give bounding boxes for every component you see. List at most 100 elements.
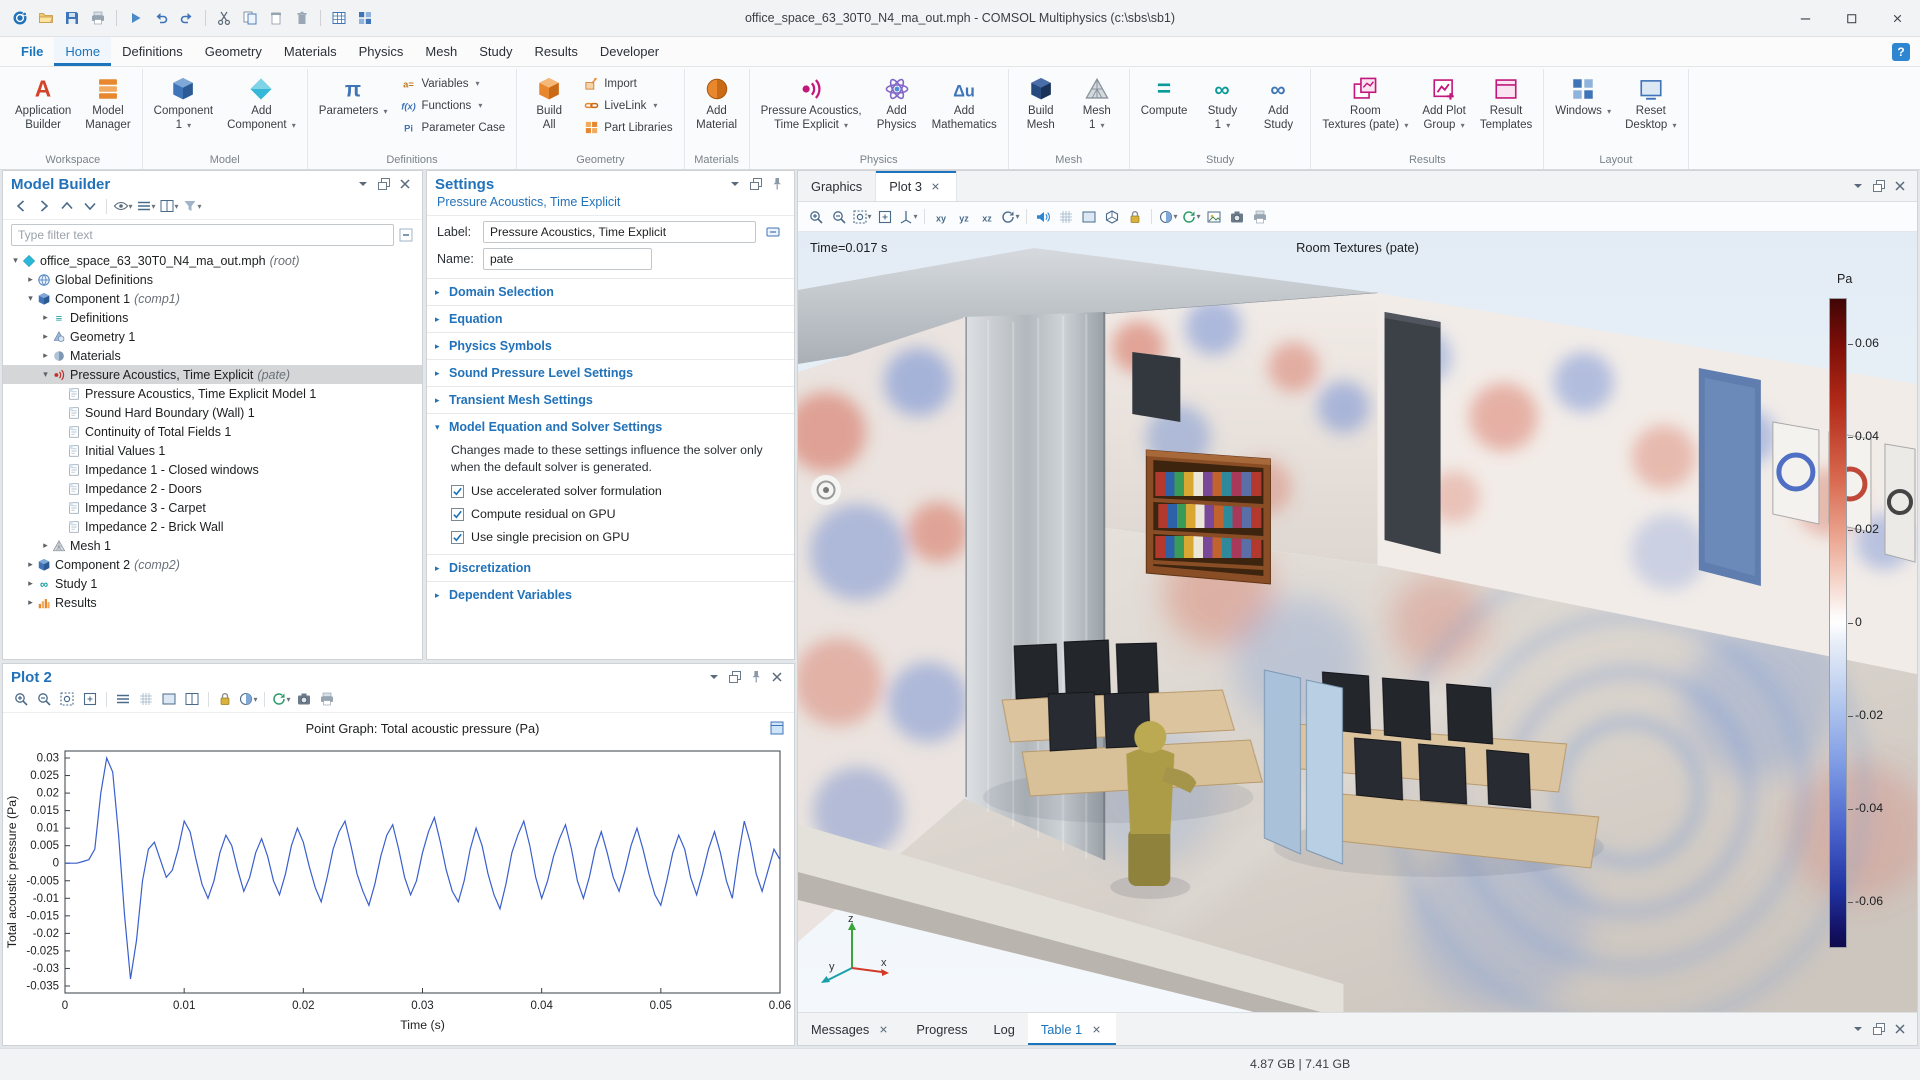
menu-tab-results[interactable]: Results [523,37,588,66]
expand-arrow-icon[interactable]: ▸ [39,350,52,361]
tab-plot-3[interactable]: Plot 3 [876,171,957,201]
ribbon-variables[interactable]: a= Variables ▾ [395,73,511,94]
ribbon-application-builder[interactable]: A Application Builder [9,71,77,135]
ribbon-functions[interactable]: f(x) Functions ▾ [395,95,511,116]
zoom-out-icon[interactable] [829,207,849,227]
expand-arrow-icon[interactable]: ▸ [24,597,37,608]
go-yz-icon[interactable]: yz [954,207,974,227]
tree-node-impedance-1-closed-windows[interactable]: Impedance 1 - Closed windows [3,460,422,479]
print-icon[interactable] [1250,207,1270,227]
float-icon[interactable] [1870,1020,1888,1038]
grid-icon[interactable] [1056,207,1076,227]
tab-log[interactable]: Log [981,1013,1028,1045]
minimize-button[interactable] [1782,0,1828,36]
update-icon[interactable]: ▾ [271,689,291,709]
panel-menu-icon[interactable] [726,175,744,193]
tree-node-geometry-1[interactable]: ▸ Geometry 1 [3,327,422,346]
tree-node-component-2[interactable]: ▸ Component 2 (comp2) [3,555,422,574]
tree-node-impedance-3-carpet[interactable]: Impedance 3 - Carpet [3,498,422,517]
ribbon-parameter-case[interactable]: Pi Parameter Case [395,117,511,138]
ribbon-add-material[interactable]: Add Material [690,71,744,135]
arrow-right-icon[interactable] [34,196,54,216]
float-icon[interactable] [747,175,765,193]
zoom-in-icon[interactable] [806,207,826,227]
sound-icon[interactable] [1033,207,1053,227]
tree-node-materials[interactable]: ▸ Materials [3,346,422,365]
section-equation[interactable]: ▸ Equation [427,306,794,332]
section-sound-pressure-level-settings[interactable]: ▸ Sound Pressure Level Settings [427,360,794,386]
expand-arrow-icon[interactable]: ▸ [39,331,52,342]
collapse-arrow-icon[interactable]: ▾ [24,293,37,304]
menu-tab-definitions[interactable]: Definitions [111,37,194,66]
filter-input[interactable] [11,224,394,246]
expand-arrow-icon[interactable]: ▸ [24,274,37,285]
ribbon-study-1[interactable]: ∞ Study 1 ▾ [1195,71,1249,135]
orientation-icon[interactable]: ▾ [898,207,918,227]
help-icon[interactable]: ? [1892,42,1910,61]
float-icon[interactable] [375,175,393,193]
ribbon-parameters[interactable]: π Parameters ▾ [313,71,394,122]
close-button[interactable] [1874,0,1920,36]
tab-table-1[interactable]: Table 1 [1027,1013,1117,1045]
color-theme-icon[interactable]: ▾ [1158,207,1178,227]
redo-icon[interactable] [175,6,199,30]
tab-progress[interactable]: Progress [903,1013,980,1045]
go-xz-icon[interactable]: xz [977,207,997,227]
section-domain-selection[interactable]: ▸ Domain Selection [427,279,794,305]
expand-arrow-icon[interactable]: ▸ [39,540,52,551]
collapse-arrow-icon[interactable]: ▾ [9,255,22,266]
tree-node-component-1[interactable]: ▾ Component 1 (comp1) [3,289,422,308]
color-theme-icon[interactable]: ▾ [238,689,258,709]
name-input[interactable] [483,248,652,270]
funnel-icon[interactable]: ▾ [182,196,202,216]
ribbon-pressure-acoustics-time-explicit[interactable]: Pressure Acoustics, Time Explicit ▾ [755,71,868,135]
tree-node-sound-hard-boundary-wall-1[interactable]: Sound Hard Boundary (Wall) 1 [3,403,422,422]
eye-icon[interactable]: ▾ [113,196,133,216]
image-frame-icon[interactable] [1204,207,1224,227]
arrow-left-icon[interactable] [11,196,31,216]
camera-icon[interactable] [1227,207,1247,227]
ribbon-import[interactable]: Import [578,73,678,94]
zoom-in-icon[interactable] [11,689,31,709]
tree-node-continuity-of-total-fields-1[interactable]: Continuity of Total Fields 1 [3,422,422,441]
ribbon-compute[interactable]: = Compute [1135,71,1194,122]
fit-view-icon[interactable] [875,207,895,227]
ribbon-add-plot-group[interactable]: Add Plot Group ▾ [1416,71,1471,135]
collapse-arrow-icon[interactable]: ▾ [39,369,52,380]
play-icon[interactable] [123,6,147,30]
ribbon-build-mesh[interactable]: Build Mesh [1014,71,1068,135]
collapse-all-icon[interactable] [398,227,414,243]
tree-node-impedance-2-doors[interactable]: Impedance 2 - Doors [3,479,422,498]
menu-tab-home[interactable]: Home [54,37,112,66]
zoom-extents-icon[interactable] [57,689,77,709]
ribbon-mesh-1[interactable]: Mesh 1 ▾ [1070,71,1124,135]
columns-icon[interactable]: ▾ [159,196,179,216]
close-icon[interactable] [1891,1020,1909,1038]
ribbon-add-study[interactable]: ∞ Add Study [1251,71,1305,135]
pin-icon[interactable] [747,668,765,686]
plot-window-icon[interactable] [768,719,786,737]
tree-node-pressure-acoustics-time-explicit-model-1[interactable]: Pressure Acoustics, Time Explicit Model … [3,384,422,403]
section-transient-mesh-settings[interactable]: ▸ Transient Mesh Settings [427,387,794,413]
tree-node-results[interactable]: ▸ Results [3,593,422,612]
close-icon[interactable] [1891,177,1909,195]
rows-icon[interactable] [113,689,133,709]
zoom-extents-icon[interactable]: ▾ [852,207,872,227]
ribbon-add-physics[interactable]: Add Physics [870,71,924,135]
menu-tab-developer[interactable]: Developer [589,37,670,66]
paste-icon[interactable] [264,6,288,30]
panel-menu-icon[interactable] [354,175,372,193]
ribbon-model-manager[interactable]: Model Manager [79,71,136,135]
lock-icon[interactable] [215,689,235,709]
delete-icon[interactable] [290,6,314,30]
ribbon-reset-desktop[interactable]: Reset Desktop ▾ [1619,71,1682,135]
float-icon[interactable] [1870,177,1888,195]
update-icon[interactable]: ▾ [1181,207,1201,227]
expand-arrow-icon[interactable]: ▸ [24,559,37,570]
tree-node-definitions[interactable]: ▸ ≡ Definitions [3,308,422,327]
label-input[interactable] [483,221,756,243]
ribbon-windows[interactable]: Windows ▾ [1549,71,1617,122]
plot2-chart[interactable]: 0 0.01 0.02 0.03 0.04 0.05 0.06 0.03 0.025 0.02 0.… [3,713,794,1040]
rename-icon[interactable] [762,221,784,243]
pin-icon[interactable] [768,175,786,193]
